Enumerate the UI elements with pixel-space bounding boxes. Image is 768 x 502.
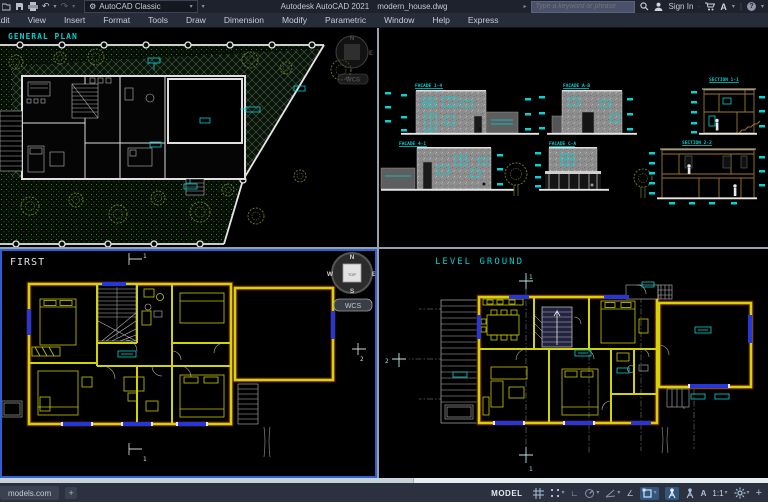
menu-insert[interactable]: Insert <box>55 15 94 25</box>
save-icon[interactable] <box>15 2 24 11</box>
viewport-label-general-plan: GENERAL PLAN <box>8 32 78 41</box>
search-icon[interactable] <box>640 2 649 11</box>
menu-dimension[interactable]: Dimension <box>215 15 273 25</box>
undo-icon[interactable]: ↶ <box>42 1 50 12</box>
viewport-first-floor[interactable]: 1 1 2 TOP N W S WCS FIRST <box>0 249 377 478</box>
menu-parametric[interactable]: Parametric <box>316 15 375 25</box>
viewport-label-level-ground: LEVEL GROUND <box>435 257 524 267</box>
menu-format[interactable]: Format <box>94 15 139 25</box>
wcs-button[interactable]: WCS <box>333 298 373 312</box>
ground-deck <box>440 299 480 424</box>
autodesk-app-icon[interactable]: A <box>720 2 727 12</box>
new-layout-tab-button[interactable]: + <box>65 487 78 499</box>
search-expand-icon[interactable]: ▸ <box>523 4 526 10</box>
object-snap-tracking-toggle[interactable]: ∠ <box>626 489 633 498</box>
menu-view[interactable]: View <box>19 15 55 25</box>
house-plan <box>0 75 246 196</box>
workspace-dropdown[interactable]: ⚙ AutoCAD Classic ▾ <box>84 0 198 13</box>
annotation-autoscale-toggle[interactable] <box>685 487 695 499</box>
ortho-toggle[interactable]: ∟ <box>571 489 579 498</box>
help-icon[interactable]: ? <box>746 2 756 11</box>
app-store-cart-icon[interactable] <box>705 2 716 11</box>
customization-icon[interactable]: + <box>756 487 762 499</box>
annotation-scale-value[interactable]: 1:1 ▾ <box>712 489 727 498</box>
menu-bar: Edit View Insert Format Tools Draw Dimen… <box>0 13 768 28</box>
menu-express[interactable]: Express <box>459 15 508 25</box>
quick-access-toolbar: ↶ ▾ ↷ ▾ ⚙ AutoCAD Classic ▾ ▾ <box>0 0 205 13</box>
first-floor-stair <box>97 284 137 342</box>
app-title: Autodesk AutoCAD 2021 <box>280 2 370 11</box>
window-title: Autodesk AutoCAD 2021 modern_house.dwg <box>205 2 524 11</box>
horizontal-scrollbar[interactable] <box>0 478 768 483</box>
menu-window[interactable]: Window <box>375 15 423 25</box>
viewport-general-plan[interactable]: N E WCS GENERAL PLAN <box>0 28 377 247</box>
undo-caret-icon[interactable]: ▾ <box>54 4 57 10</box>
isodraft-toggle[interactable]: ▾ <box>605 488 620 499</box>
redo-icon[interactable]: ↷ <box>61 1 69 12</box>
redo-caret-icon[interactable]: ▾ <box>72 4 75 10</box>
viewport-label-first: FIRST <box>10 257 45 268</box>
polar-tracking-toggle[interactable]: ▾ <box>584 488 599 499</box>
help-caret-icon[interactable]: ▾ <box>761 4 764 10</box>
grid-toggle[interactable] <box>532 487 544 499</box>
layout-tab[interactable]: models.com <box>0 486 60 500</box>
workspace-gear-icon: ⚙ <box>89 2 97 11</box>
title-bar-right: ▸ Sign In ‑ A ▾ | ? ▾ <box>523 0 768 13</box>
workspace-switching-gear[interactable]: ▾ <box>734 487 750 499</box>
object-snap-toggle[interactable]: ▾ <box>639 486 659 500</box>
workspace-caret-icon: ▾ <box>189 3 193 10</box>
print-icon[interactable] <box>28 2 38 11</box>
drawing-area: N E WCS GENERAL PLAN FACADE 1-4 FACADE A… <box>0 28 768 478</box>
search-box[interactable] <box>531 0 636 13</box>
viewport-elevations[interactable]: FACADE 1-4 FACADE A-B SECTION 1-1 FACADE… <box>379 28 768 247</box>
svg-text:1: 1 <box>529 466 533 473</box>
svg-text:2: 2 <box>360 356 364 363</box>
wcs-button-faint[interactable]: WCS <box>346 78 360 84</box>
menu-help[interactable]: Help <box>423 15 458 25</box>
isodraft-caret-icon[interactable]: ▾ <box>617 490 620 496</box>
document-filename: modern_house.dwg <box>377 2 448 11</box>
horizontal-scrollbar-thumb[interactable] <box>0 478 414 483</box>
svg-text:1: 1 <box>143 456 147 463</box>
snap-caret-icon[interactable]: ▾ <box>562 490 565 496</box>
search-input[interactable] <box>532 2 635 11</box>
open-icon[interactable] <box>2 2 11 11</box>
wcs-label: WCS <box>345 303 362 310</box>
title-separator: | <box>739 2 742 11</box>
menu-tools[interactable]: Tools <box>139 15 177 25</box>
viewcube-north-label: N <box>350 36 354 42</box>
viewcube-top-face: TOP <box>348 272 356 277</box>
signin-caret-icon: ‑ <box>698 3 701 10</box>
svg-text:1: 1 <box>529 274 533 281</box>
status-toggles: MODEL ▾ ∟ ▾ ▾ ∠ ▾ A 1:1 ▾ ▾ + <box>487 486 768 500</box>
apps-caret-icon: ▾ <box>731 3 735 10</box>
viewcube-east: E <box>372 271 375 278</box>
title-bar: ↶ ▾ ↷ ▾ ⚙ AutoCAD Classic ▾ ▾ Autodesk A… <box>0 0 768 13</box>
gear-caret-icon[interactable]: ▾ <box>747 490 750 496</box>
svg-text:2: 2 <box>385 358 389 365</box>
layout-tabs: models.com + <box>0 483 78 502</box>
menu-edit[interactable]: Edit <box>0 15 19 25</box>
polar-caret-icon[interactable]: ▾ <box>596 490 599 496</box>
status-bar: models.com + MODEL ▾ ∟ ▾ ▾ ∠ ▾ A 1:1 ▾ ▾… <box>0 483 768 502</box>
menu-draw[interactable]: Draw <box>177 15 215 25</box>
menu-modify[interactable]: Modify <box>273 15 316 25</box>
viewcube-north: N <box>350 254 355 261</box>
annotation-visibility-toggle[interactable] <box>664 486 679 500</box>
svg-text:1: 1 <box>143 253 147 260</box>
annotation-scale-icon[interactable]: A <box>701 489 707 498</box>
viewport-level-ground[interactable]: 1 1 2 LEVEL GROUND <box>379 249 768 478</box>
viewcube-east-label: E <box>369 51 373 57</box>
scale-caret-icon[interactable]: ▾ <box>725 490 728 496</box>
workspace-label: AutoCAD Classic <box>99 2 161 11</box>
sign-in-button[interactable]: Sign In <box>668 2 693 11</box>
osnap-caret-icon[interactable]: ▾ <box>654 490 657 496</box>
viewcube-south: S <box>350 288 355 295</box>
viewcube-west: W <box>327 271 334 278</box>
autocad-window: ↶ ▾ ↷ ▾ ⚙ AutoCAD Classic ▾ ▾ Autodesk A… <box>0 0 768 502</box>
snap-toggle[interactable]: ▾ <box>550 488 565 499</box>
model-space-toggle[interactable]: MODEL <box>487 489 526 498</box>
user-icon[interactable] <box>654 2 663 12</box>
